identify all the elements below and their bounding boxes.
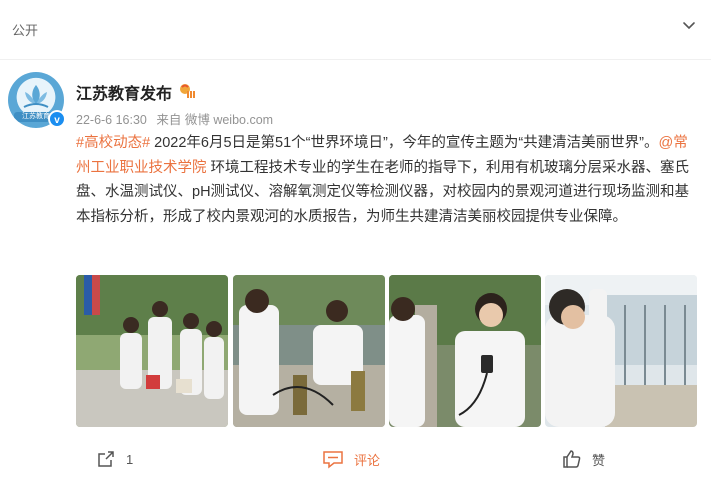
share-icon <box>98 451 114 467</box>
post-source: 来自 微博 weibo.com <box>156 113 274 127</box>
post-content: #高校动态# 2022年6月5日是第51个“世界环境日”，今年的宣传主题为“共建… <box>76 131 698 229</box>
thumbs-up-icon <box>563 450 581 468</box>
photo-instrument-reading <box>389 275 541 427</box>
post-meta: 22-6-6 16:30 来自 微博 weibo.com <box>76 109 279 128</box>
like-button[interactable]: 赞 <box>562 448 605 470</box>
photo-riverside-measurement <box>233 275 385 427</box>
comment-button[interactable]: 评论 <box>322 448 380 470</box>
verified-badge-icon: v <box>48 110 66 128</box>
svg-text:v: v <box>54 115 60 126</box>
visibility-label: 公开 <box>12 23 39 38</box>
author-name[interactable]: 江苏教育发布 <box>76 80 172 104</box>
member-badge-icon[interactable] <box>178 82 196 100</box>
photo-students-group <box>76 275 228 427</box>
photo-2[interactable] <box>233 275 385 427</box>
chevron-down-icon[interactable] <box>681 18 697 34</box>
repost-count: 1 <box>126 451 134 467</box>
comment-icon <box>323 451 343 469</box>
photo-3[interactable] <box>389 275 541 427</box>
lotus-logo-icon <box>23 85 49 108</box>
post-text-part1: 2022年6月5日是第51个“世界环境日”，今年的宣传主题为“共建清洁美丽世界”… <box>150 135 659 151</box>
photo-grid <box>76 275 698 427</box>
action-bar: 1 评论 赞 <box>0 440 711 484</box>
photo-1[interactable] <box>76 275 228 427</box>
repost-button[interactable]: 1 <box>96 448 133 470</box>
comment-label: 评论 <box>354 452 381 468</box>
photo-lab-analysis <box>545 275 697 427</box>
like-label: 赞 <box>592 452 606 468</box>
hashtag-link[interactable]: #高校动态# <box>76 135 150 151</box>
post-timestamp[interactable]: 22-6-6 16:30 <box>76 113 147 127</box>
visibility-bar: 公开 <box>0 0 711 60</box>
photo-4[interactable] <box>545 275 697 427</box>
